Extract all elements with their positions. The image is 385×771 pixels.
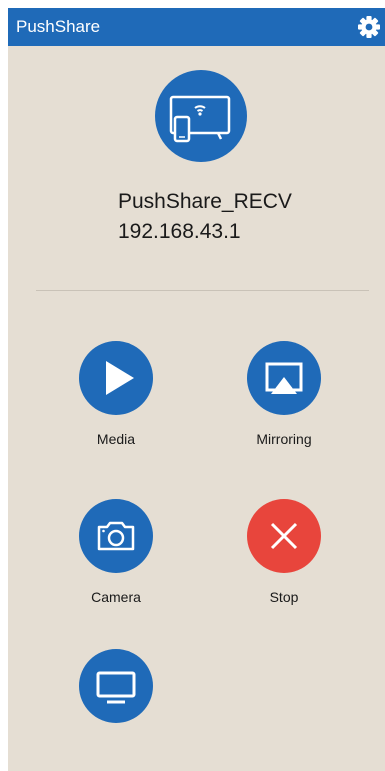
stop-action: Stop (229, 499, 339, 605)
device-ip: 192.168.43.1 (118, 220, 241, 243)
display-button[interactable] (79, 649, 153, 723)
play-icon (106, 361, 134, 395)
app-bar: PushShare (8, 8, 385, 46)
divider (36, 290, 369, 291)
close-icon (270, 522, 298, 550)
stop-label: Stop (269, 589, 299, 605)
camera-action: Camera (61, 499, 171, 605)
media-button[interactable] (79, 341, 153, 415)
display-action (61, 649, 171, 739)
monitor-icon (96, 671, 136, 704)
app-title: PushShare (16, 17, 101, 36)
gear-icon[interactable] (355, 13, 383, 41)
mirroring-label: Mirroring (256, 431, 312, 447)
app-screen: PushShare PushShare_RECV 192.168.43.1 Me… (8, 8, 385, 771)
cast-to-tv-icon (155, 70, 247, 162)
camera-label: Camera (91, 589, 141, 605)
camera-button[interactable] (79, 499, 153, 573)
stop-button[interactable] (247, 499, 321, 573)
media-label: Media (96, 431, 136, 447)
airplay-icon (265, 362, 303, 394)
mirroring-button[interactable] (247, 341, 321, 415)
media-action: Media (61, 341, 171, 447)
device-name: PushShare_RECV (118, 190, 292, 213)
camera-icon (97, 521, 135, 551)
mirroring-action: Mirroring (229, 341, 339, 447)
